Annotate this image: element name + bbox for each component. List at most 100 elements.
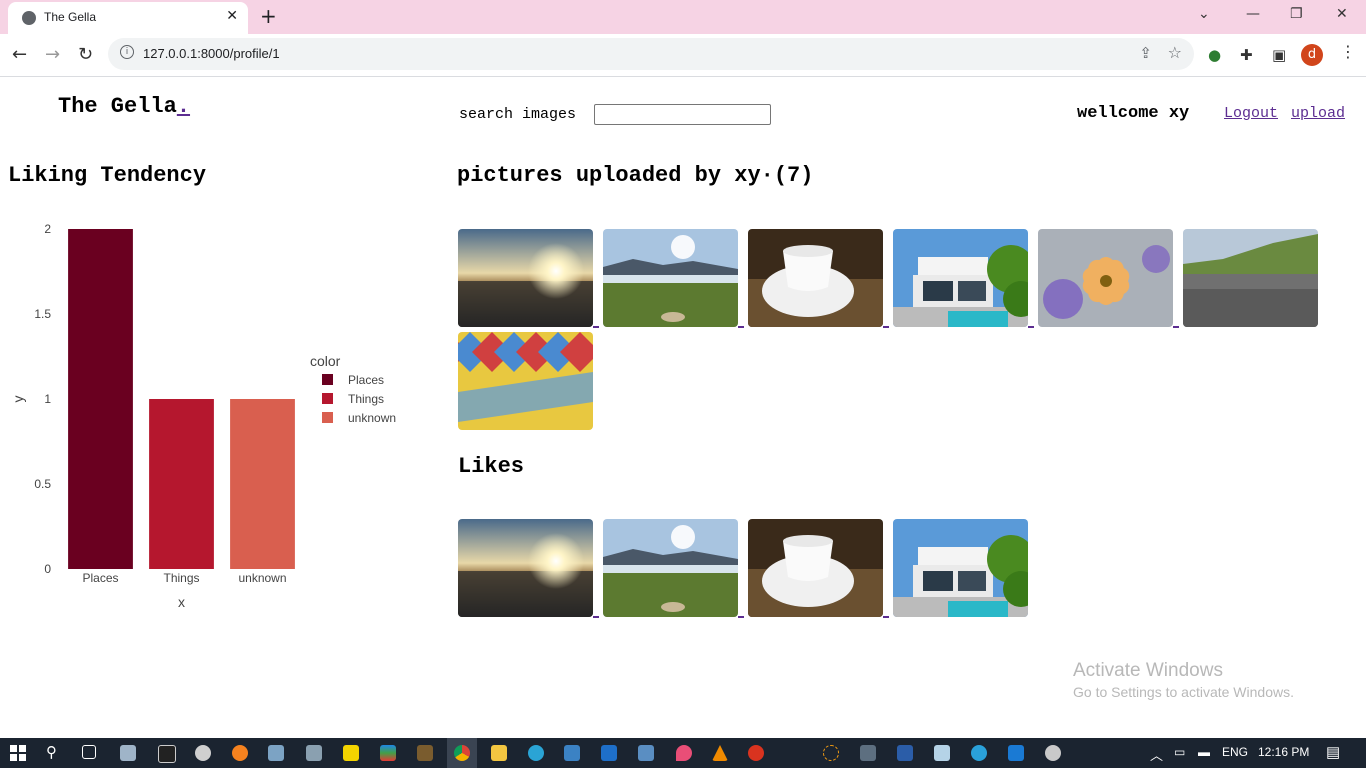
link-underline [738,616,744,618]
restore-button[interactable]: ❐ [1290,6,1303,22]
search-label: search images [459,106,577,123]
browser-menu-icon[interactable]: ⋮ [1340,42,1356,61]
clock[interactable]: 12:16 PM [1258,745,1309,759]
device-app-icon[interactable] [860,745,876,761]
tendency-title: Liking Tendency [8,163,207,188]
y-tick-label: 0 [44,562,51,576]
reload-button[interactable]: ↻ [78,44,93,65]
notifications-icon[interactable]: ▤ [1326,743,1340,761]
legend-title: color [310,353,341,369]
watermark-title: Activate Windows [1073,660,1223,681]
bar-things [149,399,214,569]
bookmark-star-icon[interactable]: ☆ [1168,43,1182,62]
thumbnail-sunset-sea[interactable] [458,519,593,617]
battery-icon[interactable]: ▬ [1198,745,1210,759]
language-indicator[interactable]: ENG [1222,745,1248,759]
paint-app-icon[interactable] [676,745,692,761]
remote-app-icon[interactable] [638,745,654,761]
y-tick-label: 1.5 [34,307,51,321]
thumbnail-woven-pattern[interactable] [458,332,593,430]
mysql-icon[interactable] [897,745,913,761]
minimize-button[interactable]: — [1246,6,1260,22]
upload-link[interactable]: upload [1291,105,1345,122]
chrome-icon[interactable] [454,745,470,761]
brand-dot: . [176,94,191,119]
legend-label: Things [348,392,384,406]
watermark-subtitle: Go to Settings to activate Windows. [1073,684,1294,700]
notepad-icon[interactable] [934,745,950,761]
new-tab-button[interactable]: + [260,4,277,28]
store-icon[interactable] [564,745,580,761]
legend-swatch [322,393,333,404]
calculator-icon[interactable] [306,745,322,761]
address-bar[interactable]: i 127.0.0.1:8000/profile/1 ⇪ ☆ [108,38,1194,70]
thumbnail-lake-grass[interactable] [603,519,738,617]
edge-icon[interactable] [528,745,544,761]
tab-search-icon[interactable]: ⌄ [1198,6,1210,22]
legend-swatch [322,412,333,423]
vscode-icon[interactable] [1008,745,1024,761]
browser-tab[interactable]: The Gella ✕ [8,2,248,34]
thumbnail-gravel-hill[interactable] [1183,229,1318,327]
x-tick-label: Places [82,571,118,585]
window-close-button[interactable]: ✕ [1336,6,1348,22]
thumbnail-white-villa[interactable] [893,519,1028,617]
extensions-puzzle-icon[interactable]: ✚ [1240,46,1253,64]
bar-places [68,229,133,569]
terminal-icon[interactable] [158,745,176,763]
telegram-icon[interactable] [971,745,987,761]
search-input[interactable] [594,104,771,125]
legend-label: Places [348,373,384,387]
file-explorer-icon[interactable] [491,745,507,761]
logout-link[interactable]: Logout [1224,105,1278,122]
site-brand[interactable]: The Gella. [58,94,190,119]
y-tick-label: 2 [44,222,51,236]
jupyter-icon[interactable] [823,745,839,761]
thumbnail-lake-grass[interactable] [603,229,738,327]
image-viewer-icon[interactable] [268,745,284,761]
network-icon[interactable]: ▭ [1174,745,1185,759]
uploads-title: pictures uploaded by xy·(7) [457,163,814,188]
x-tick-label: Things [163,571,199,585]
firefox-icon[interactable] [232,745,248,761]
extension-globe-icon[interactable]: ● [1208,46,1221,64]
tab-title: The Gella [44,10,97,24]
game-app-icon[interactable] [417,745,433,761]
close-tab-icon[interactable]: ✕ [226,8,238,24]
bar-unknown [230,399,295,569]
likes-title: Likes [458,454,525,479]
paint-palette-icon[interactable] [1045,745,1061,761]
thumbnail-white-villa[interactable] [893,229,1028,327]
thumbnail-white-cup[interactable] [748,229,883,327]
tray-chevron-icon[interactable]: ︿ [1150,745,1163,764]
thumbnail-sunset-sea[interactable] [458,229,593,327]
link-underline [593,616,599,618]
forward-button[interactable]: → [45,44,60,65]
thumbnail-white-cup[interactable] [748,519,883,617]
windows-start-icon[interactable] [10,745,26,761]
colorful-app-icon[interactable] [380,745,396,761]
browser-toolbar: ← → ↻ i 127.0.0.1:8000/profile/1 ⇪ ☆ ● ✚… [0,34,1366,77]
legend-swatch [322,374,333,385]
site-info-icon[interactable]: i [120,45,134,59]
thumbnail-purple-flower[interactable] [1038,229,1173,327]
camera-app-icon[interactable] [120,745,136,761]
search-icon[interactable]: ⚲ [46,743,62,761]
y-tick-label: 0.5 [34,477,51,491]
x-tick-label: unknown [238,571,286,585]
x-axis-title: x [178,594,185,610]
powerpoint-icon[interactable] [748,745,764,761]
side-panel-icon[interactable]: ▣ [1272,46,1286,64]
share-icon[interactable]: ⇪ [1139,44,1152,62]
mail-icon[interactable] [601,745,617,761]
back-button[interactable]: ← [12,44,27,65]
clock-app-icon[interactable] [195,745,211,761]
url-text[interactable]: 127.0.0.1:8000/profile/1 [143,46,280,61]
browser-tab-bar: The Gella ✕ + ⌄ — ❐ ✕ [0,0,1366,34]
liking-tendency-chart: 0 0.5 1 1.5 2 Places Things unknown x y color Place… [10,222,396,610]
task-view-icon[interactable] [82,745,96,759]
profile-avatar[interactable]: d [1301,44,1323,66]
y-axis-title: y [10,396,26,403]
link-underline [883,326,889,328]
sticky-notes-icon[interactable] [343,745,359,761]
